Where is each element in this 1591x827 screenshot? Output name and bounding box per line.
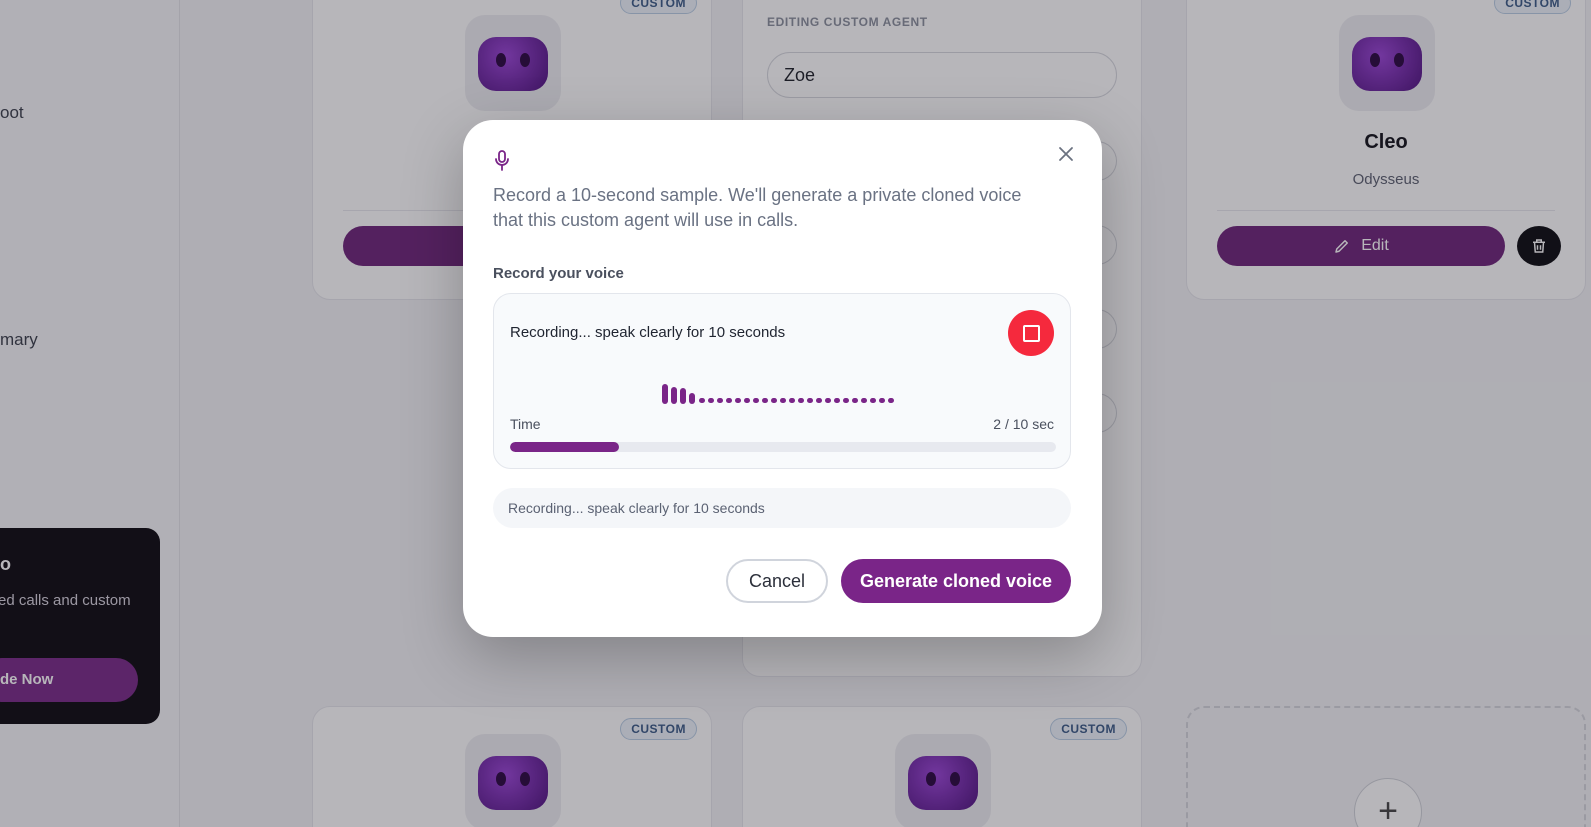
progress-track [510, 442, 1056, 452]
recorder-panel: Recording... speak clearly for 10 second… [493, 293, 1071, 469]
voice-clone-modal: Record a 10-second sample. We'll generat… [463, 120, 1102, 637]
recording-status: Recording... speak clearly for 10 second… [510, 324, 786, 341]
waveform [662, 384, 894, 404]
progress-fill [510, 442, 620, 452]
time-label: Time [510, 416, 541, 432]
stop-icon [1022, 324, 1040, 342]
cancel-button[interactable]: Cancel [726, 559, 828, 603]
stop-recording-button[interactable] [1008, 310, 1054, 356]
generate-cloned-voice-button[interactable]: Generate cloned voice [841, 559, 1071, 603]
modal-description: Record a 10-second sample. We'll generat… [493, 185, 1022, 230]
close-icon[interactable] [1054, 142, 1078, 166]
microphone-icon [495, 150, 509, 171]
section-label: Record your voice [493, 265, 624, 282]
status-message: Recording... speak clearly for 10 second… [493, 488, 1071, 528]
time-value: 2 / 10 sec [993, 416, 1054, 432]
